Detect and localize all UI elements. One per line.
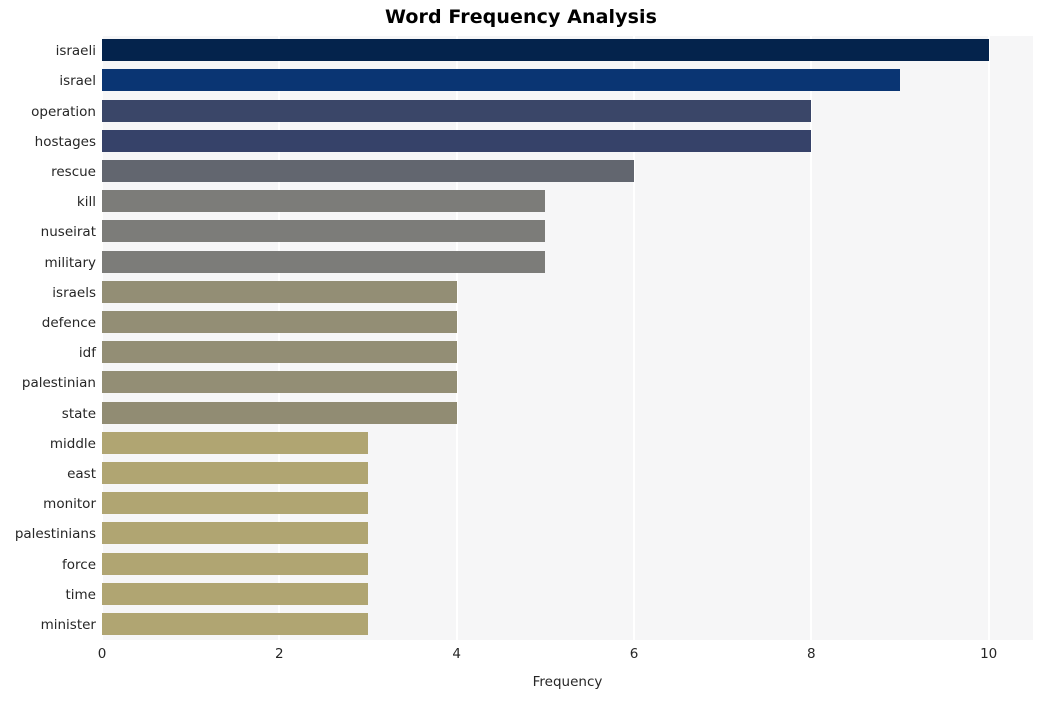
bar-operation[interactable] bbox=[102, 99, 812, 122]
bar-middle[interactable] bbox=[102, 431, 368, 454]
y-tick-label-israel: israel bbox=[59, 73, 96, 90]
bar-minister[interactable] bbox=[102, 613, 368, 636]
bar-palestinian[interactable] bbox=[102, 371, 457, 394]
x-tick-label-2: 2 bbox=[275, 646, 284, 662]
x-axis-title: Frequency bbox=[532, 674, 603, 690]
bar-row bbox=[102, 96, 1033, 126]
y-tick-label-rescue: rescue bbox=[51, 163, 96, 180]
x-tick-label-10: 10 bbox=[980, 646, 998, 662]
x-axis-tick-labels: 0 2 4 6 8 10 bbox=[98, 646, 1033, 666]
bar-monitor[interactable] bbox=[102, 492, 368, 515]
y-tick-label-east: east bbox=[67, 465, 96, 482]
y-tick-label-israels: israels bbox=[52, 284, 96, 301]
bar-row bbox=[102, 549, 1033, 579]
bar-row bbox=[102, 398, 1033, 428]
chart-title: Word Frequency Analysis bbox=[384, 6, 658, 28]
bar-row bbox=[102, 36, 1033, 66]
bar-idf[interactable] bbox=[102, 341, 457, 364]
bar-kill[interactable] bbox=[102, 190, 546, 213]
bar-defence[interactable] bbox=[102, 311, 457, 334]
y-tick-label-monitor: monitor bbox=[43, 496, 96, 513]
bar-force[interactable] bbox=[102, 552, 368, 575]
bar-israels[interactable] bbox=[102, 280, 457, 303]
bar-row bbox=[102, 217, 1033, 247]
bar-time[interactable] bbox=[102, 582, 368, 605]
bar-israel[interactable] bbox=[102, 69, 900, 92]
bar-row bbox=[102, 66, 1033, 96]
y-tick-label-israeli: israeli bbox=[55, 43, 96, 60]
chart-figure: Word Frequency Analysis israeli israel ope… bbox=[0, 0, 1042, 701]
x-tick-label-4: 4 bbox=[452, 646, 461, 662]
y-tick-label-hostages: hostages bbox=[34, 133, 96, 150]
plot-area bbox=[101, 36, 1033, 640]
y-tick-label-middle: middle bbox=[49, 435, 96, 452]
bars-layer bbox=[102, 36, 1033, 640]
x-tick-label-8: 8 bbox=[807, 646, 816, 662]
x-tick-label-6: 6 bbox=[629, 646, 639, 662]
y-tick-label-palestinian: palestinian bbox=[21, 375, 96, 392]
bar-row bbox=[102, 157, 1033, 187]
y-tick-label-kill: kill bbox=[76, 194, 96, 211]
bar-row bbox=[102, 519, 1033, 549]
bar-row bbox=[102, 459, 1033, 489]
y-tick-label-time: time bbox=[65, 586, 96, 603]
bar-row bbox=[102, 127, 1033, 157]
y-tick-label-force: force bbox=[62, 556, 96, 573]
bar-palestinians[interactable] bbox=[102, 522, 368, 545]
bar-row bbox=[102, 308, 1033, 338]
y-tick-label-military: military bbox=[44, 254, 96, 271]
bar-israeli[interactable] bbox=[102, 39, 989, 62]
bar-row bbox=[102, 489, 1033, 519]
y-tick-label-idf: idf bbox=[78, 345, 96, 362]
bar-state[interactable] bbox=[102, 401, 457, 424]
bar-row bbox=[102, 429, 1033, 459]
bar-row bbox=[102, 187, 1033, 217]
bar-rescue[interactable] bbox=[102, 160, 634, 183]
bar-military[interactable] bbox=[102, 250, 546, 273]
bar-row bbox=[102, 338, 1033, 368]
bar-row bbox=[102, 247, 1033, 277]
y-tick-label-defence: defence bbox=[41, 314, 96, 331]
bar-row bbox=[102, 368, 1033, 398]
bar-nuseirat[interactable] bbox=[102, 220, 546, 243]
y-tick-label-nuseirat: nuseirat bbox=[40, 224, 96, 241]
bar-row bbox=[102, 278, 1033, 308]
y-tick-label-minister: minister bbox=[40, 616, 96, 633]
y-tick-label-operation: operation bbox=[31, 103, 96, 120]
bar-east[interactable] bbox=[102, 462, 368, 485]
bar-row bbox=[102, 580, 1033, 610]
bar-hostages[interactable] bbox=[102, 129, 812, 152]
y-axis-tick-labels: israeli israel operation hostages rescue kill… bbox=[0, 36, 96, 640]
x-tick-label-0: 0 bbox=[97, 646, 107, 662]
bar-row bbox=[102, 610, 1033, 640]
y-tick-label-palestinians: palestinians bbox=[14, 526, 96, 543]
y-tick-label-state: state bbox=[61, 405, 96, 422]
